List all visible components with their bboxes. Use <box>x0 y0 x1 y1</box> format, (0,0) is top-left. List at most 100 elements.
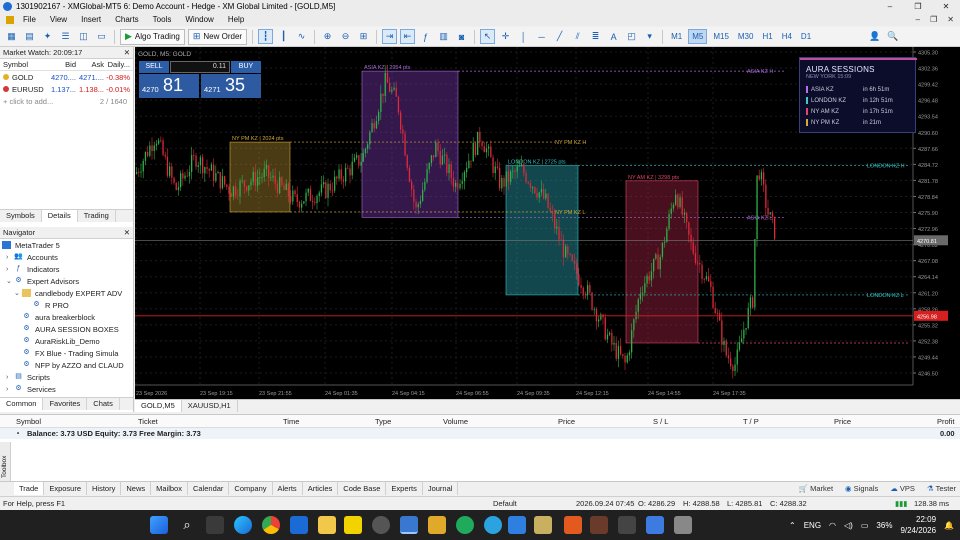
tab-journal[interactable]: Journal <box>423 482 459 495</box>
new-order-button[interactable]: ⊞ New Order <box>187 28 248 45</box>
buy-price-button[interactable]: 4271 35 <box>201 74 261 98</box>
app-task-icon[interactable] <box>564 516 582 534</box>
auto-scroll-icon[interactable]: ⇥ <box>382 29 398 44</box>
exness-icon[interactable] <box>344 516 362 534</box>
nav-folder[interactable]: ⌄ candlebody EXPERT ADV <box>0 287 133 299</box>
shapes-icon[interactable]: ◰ <box>624 29 639 44</box>
app-task-icon[interactable] <box>646 516 664 534</box>
store-icon[interactable] <box>290 516 308 534</box>
col-price[interactable]: Price <box>558 417 575 426</box>
nav-services[interactable]: › ⚙ Services <box>0 383 133 395</box>
tf-m1[interactable]: M1 <box>668 29 685 44</box>
channel-icon[interactable]: ⫽ <box>570 29 585 44</box>
text-icon[interactable]: A <box>606 29 621 44</box>
tab-trade[interactable]: Trade <box>14 482 45 495</box>
col-volume[interactable]: Volume <box>443 417 468 426</box>
battery-icon[interactable]: ▭ <box>861 521 869 530</box>
tab-gold-m5[interactable]: GOLD,M5 <box>135 400 182 412</box>
terminal-task-icon[interactable] <box>618 516 636 534</box>
col-time[interactable]: Time <box>283 417 299 426</box>
tester-link[interactable]: ⚗ Tester <box>927 484 956 493</box>
close-icon[interactable]: ✕ <box>124 48 130 57</box>
nav-expert[interactable]: ⚙ AURA SESSION BOXES <box>0 323 133 335</box>
tab-symbols[interactable]: Symbols <box>0 210 42 222</box>
app-task-icon[interactable] <box>534 516 552 534</box>
line-chart-icon[interactable]: ∿ <box>294 29 309 44</box>
nav-indicators[interactable]: › ƒ Indicators <box>0 263 133 275</box>
child-restore-button[interactable]: ❐ <box>930 15 937 24</box>
fibonacci-icon[interactable]: ≣ <box>588 29 603 44</box>
notification-icon[interactable]: 🔔 <box>944 521 954 530</box>
cursor-icon[interactable]: ↖ <box>480 29 496 44</box>
clock[interactable]: 22:09 9/24/2026 <box>900 514 936 536</box>
tf-h4[interactable]: H4 <box>779 29 795 44</box>
tf-m5[interactable]: M5 <box>688 29 708 44</box>
app-task-icon[interactable] <box>590 516 608 534</box>
tab-alerts[interactable]: Alerts <box>273 482 303 495</box>
nav-expert[interactable]: ⚙ FX Blue - Trading Simula <box>0 347 133 359</box>
metatrader-task-icon[interactable] <box>400 516 418 534</box>
sell-price-button[interactable]: 4270 81 <box>139 74 199 98</box>
tab-details[interactable]: Details <box>41 210 78 222</box>
nav-expert[interactable]: ⚙ R PRO <box>0 299 133 311</box>
tab-history[interactable]: History <box>87 482 122 495</box>
search-icon[interactable]: ⌕ <box>178 516 196 534</box>
profiles-icon[interactable]: ▤ <box>22 29 37 44</box>
language-indicator[interactable]: ENG <box>804 521 821 530</box>
menu-insert[interactable]: Insert <box>74 15 108 24</box>
col-symbol[interactable]: Symbol <box>0 60 44 69</box>
zoom-in-icon[interactable]: ⊕ <box>320 29 335 44</box>
toolbox-label[interactable]: Toolbox <box>1 456 8 478</box>
profile-name[interactable]: Default <box>493 497 517 511</box>
minimize-button[interactable]: – <box>876 0 904 13</box>
col-profit[interactable]: Profit <box>937 417 955 426</box>
new-chart-icon[interactable]: ▦ <box>4 29 19 44</box>
navigator-icon[interactable]: ◫ <box>76 29 91 44</box>
horizontal-line-icon[interactable]: ─ <box>534 29 549 44</box>
terminal-icon[interactable]: ▭ <box>94 29 109 44</box>
tab-common[interactable]: Common <box>0 398 44 410</box>
trendline-icon[interactable]: ╱ <box>552 29 567 44</box>
nav-expert[interactable]: ⚙ NFP by AZZO and CLAUD <box>0 359 133 371</box>
tf-h1[interactable]: H1 <box>759 29 775 44</box>
market-watch-icon[interactable]: ✦ <box>40 29 55 44</box>
obs-icon[interactable] <box>372 516 390 534</box>
nav-metatrader[interactable]: MetaTrader 5 <box>0 239 133 251</box>
child-close-button[interactable]: ✕ <box>947 15 954 24</box>
tab-mailbox[interactable]: Mailbox <box>151 482 188 495</box>
task-view-icon[interactable] <box>206 516 224 534</box>
menu-file[interactable]: File <box>16 15 43 24</box>
tab-articles[interactable]: Articles <box>303 482 339 495</box>
menu-window[interactable]: Window <box>178 15 220 24</box>
col-daily[interactable]: Daily... <box>104 60 132 69</box>
nav-expert-advisors[interactable]: ⌄ ⚙ Expert Advisors <box>0 275 133 287</box>
data-window-icon[interactable]: ☰ <box>58 29 73 44</box>
col-type[interactable]: Type <box>375 417 391 426</box>
indicators-icon[interactable]: ƒ <box>418 29 433 44</box>
account-icon[interactable]: 👤 <box>867 29 882 44</box>
tab-news[interactable]: News <box>121 482 152 495</box>
app-task-icon[interactable] <box>456 516 474 534</box>
tab-exposure[interactable]: Exposure <box>44 482 88 495</box>
market-link[interactable]: 🛒 Market <box>799 484 833 493</box>
menu-help[interactable]: Help <box>221 15 251 24</box>
chart-shift-icon[interactable]: ⇤ <box>400 29 416 44</box>
tab-xauusd-h1[interactable]: XAUUSD,H1 <box>182 400 238 412</box>
tile-windows-icon[interactable]: ⊞ <box>356 29 371 44</box>
templates-icon[interactable]: ▥ <box>436 29 451 44</box>
algo-trading-button[interactable]: ▶ Algo Trading <box>120 28 185 45</box>
col-bid[interactable]: Bid <box>44 60 76 69</box>
more-tools-icon[interactable]: ▾ <box>642 29 657 44</box>
menu-tools[interactable]: Tools <box>146 15 179 24</box>
col-price-current[interactable]: Price <box>834 417 851 426</box>
file-explorer-icon[interactable] <box>318 516 336 534</box>
search-icon[interactable]: 🔍 <box>885 29 900 44</box>
col-ask[interactable]: Ask <box>76 60 104 69</box>
edge-icon[interactable] <box>234 516 252 534</box>
volume-icon[interactable]: ◁) <box>844 521 853 530</box>
tab-calendar[interactable]: Calendar <box>188 482 230 495</box>
menu-charts[interactable]: Charts <box>108 15 146 24</box>
signals-link[interactable]: ◉ Signals <box>845 484 878 493</box>
maximize-button[interactable]: ❐ <box>904 0 932 13</box>
close-button[interactable]: ✕ <box>932 0 960 13</box>
